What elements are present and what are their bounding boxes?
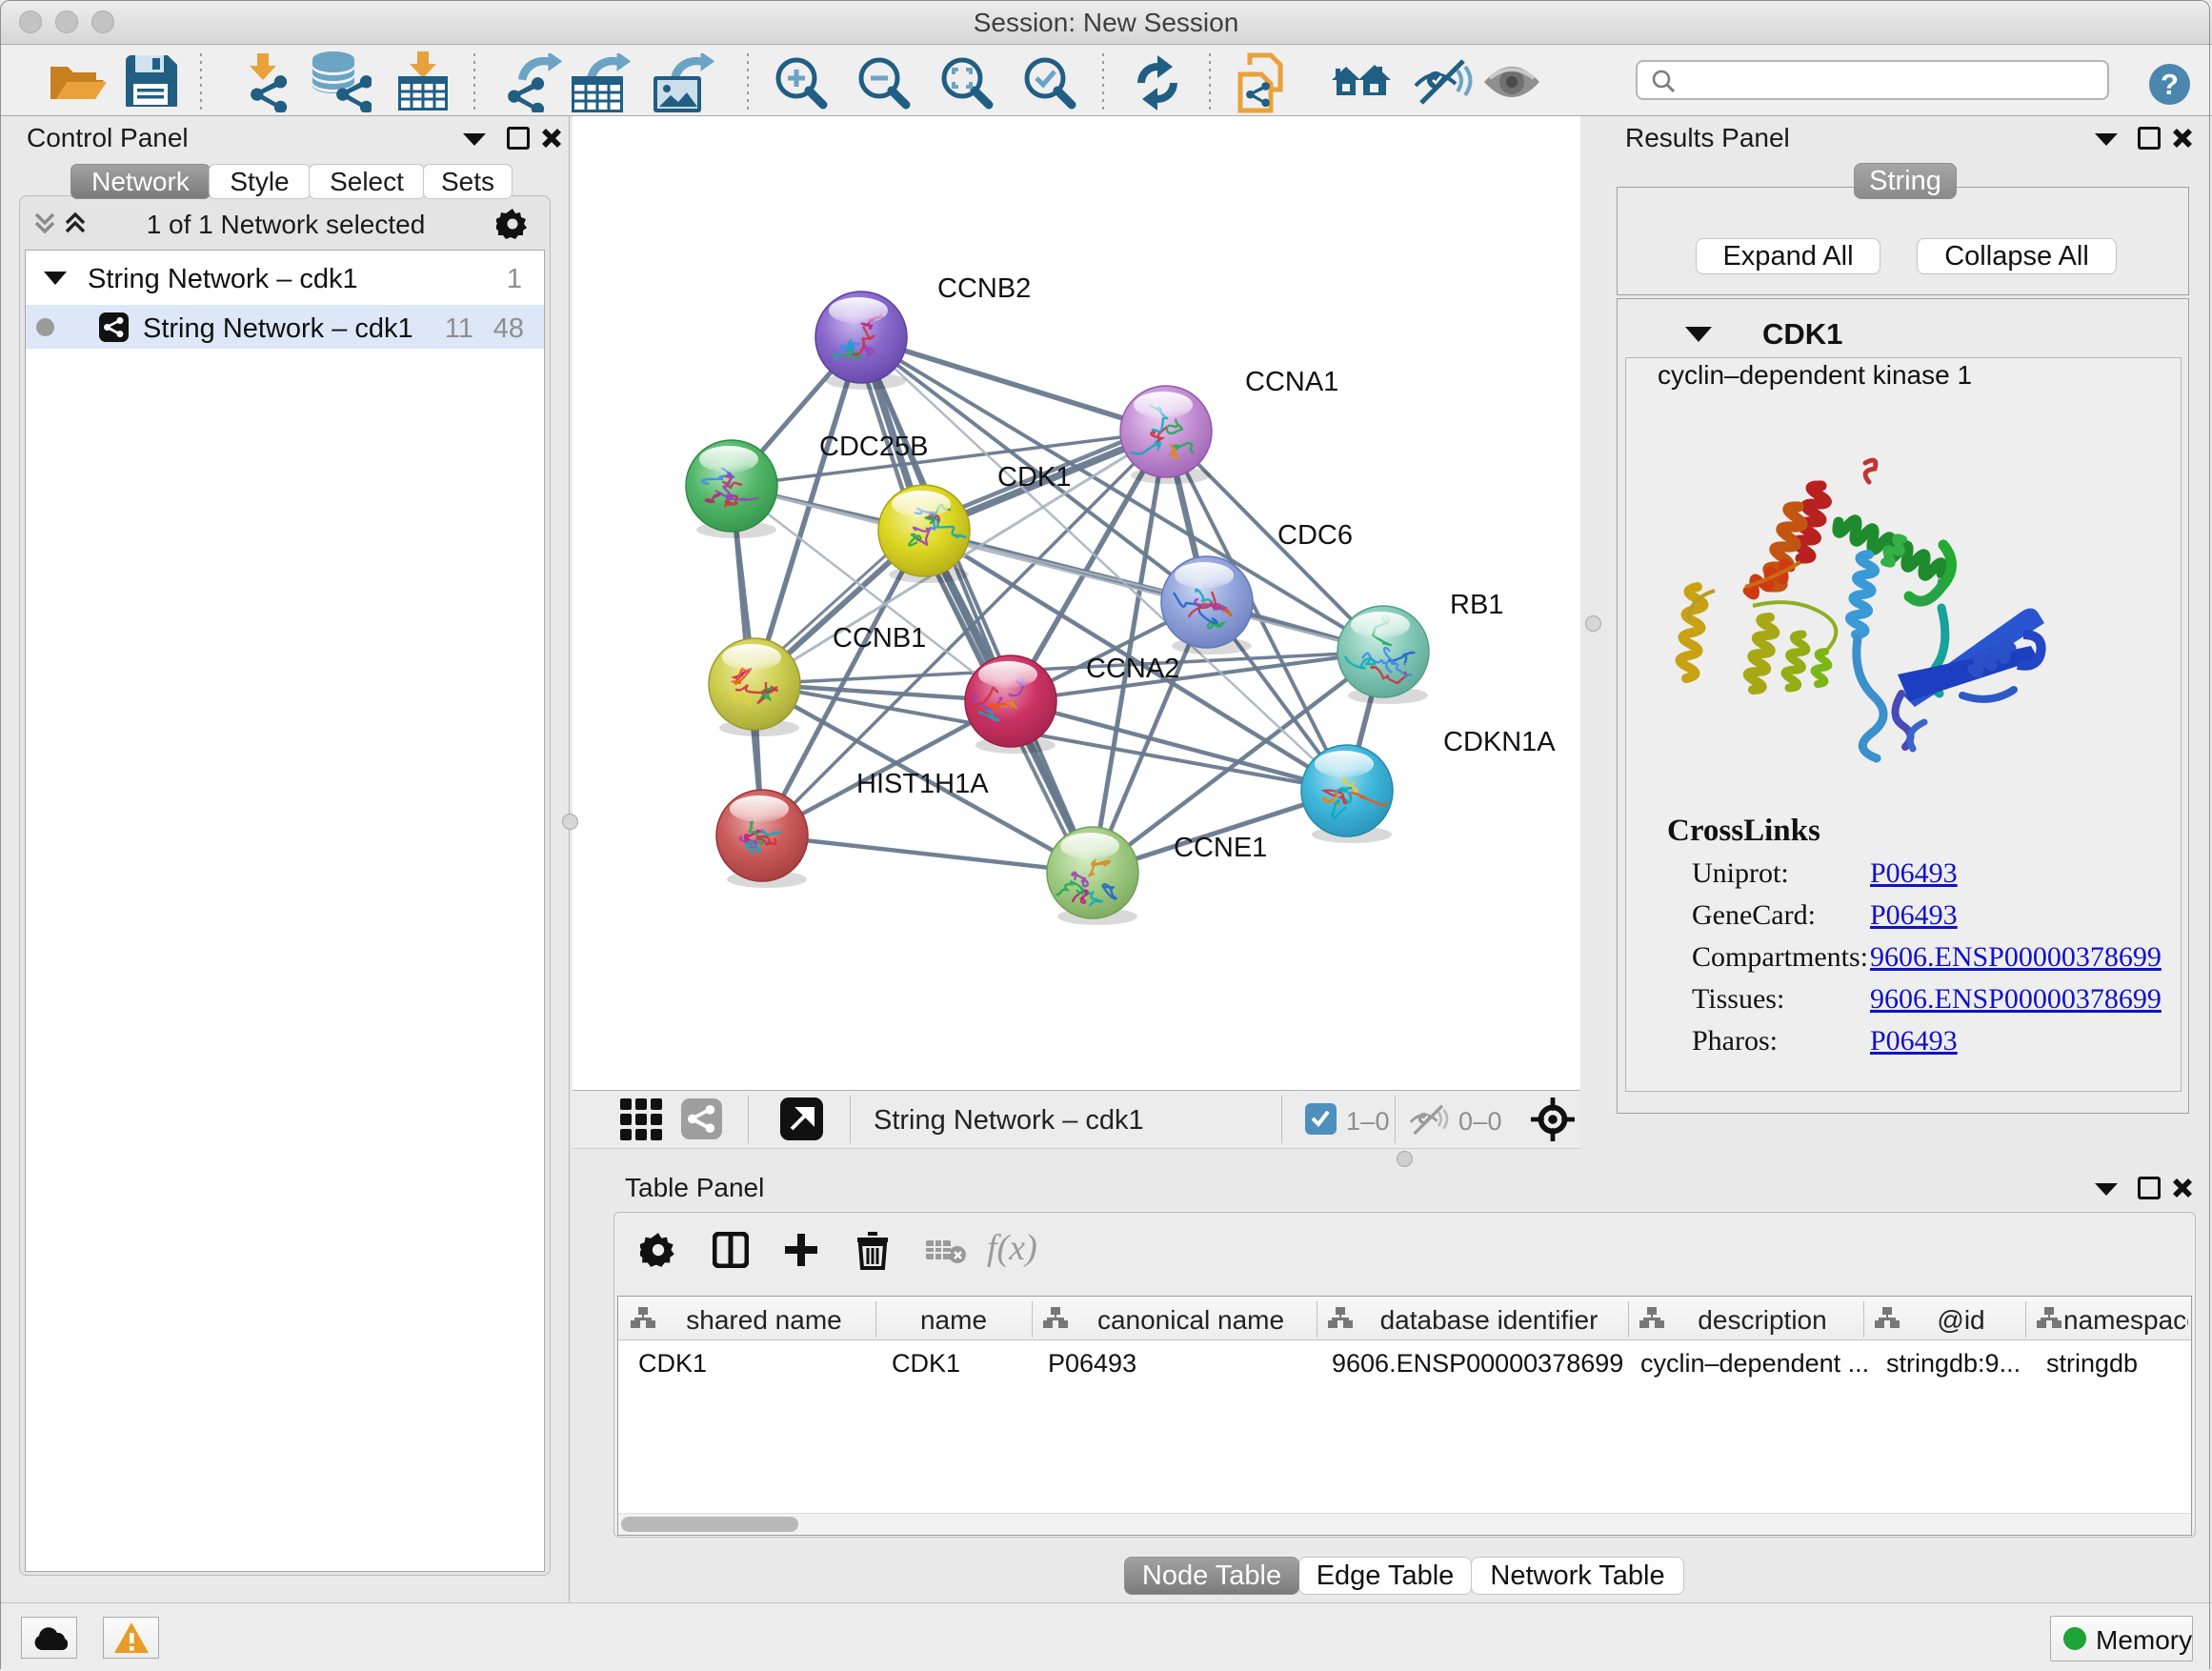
svg-text:CDC25B: CDC25B: [819, 432, 928, 462]
svg-text:CCNB2: CCNB2: [937, 273, 1031, 304]
svg-text:HIST1H1A: HIST1H1A: [856, 769, 989, 799]
svg-text:CDKN1A: CDKN1A: [1443, 727, 1556, 757]
svg-text:CCNA1: CCNA1: [1245, 367, 1338, 397]
svg-text:CCNE1: CCNE1: [1174, 833, 1267, 863]
svg-text:CDC6: CDC6: [1277, 520, 1353, 551]
svg-text:CCNA2: CCNA2: [1086, 654, 1179, 684]
svg-text:RB1: RB1: [1450, 590, 1503, 620]
svg-text:CCNB1: CCNB1: [833, 623, 926, 654]
svg-text:CDK1: CDK1: [997, 462, 1071, 493]
